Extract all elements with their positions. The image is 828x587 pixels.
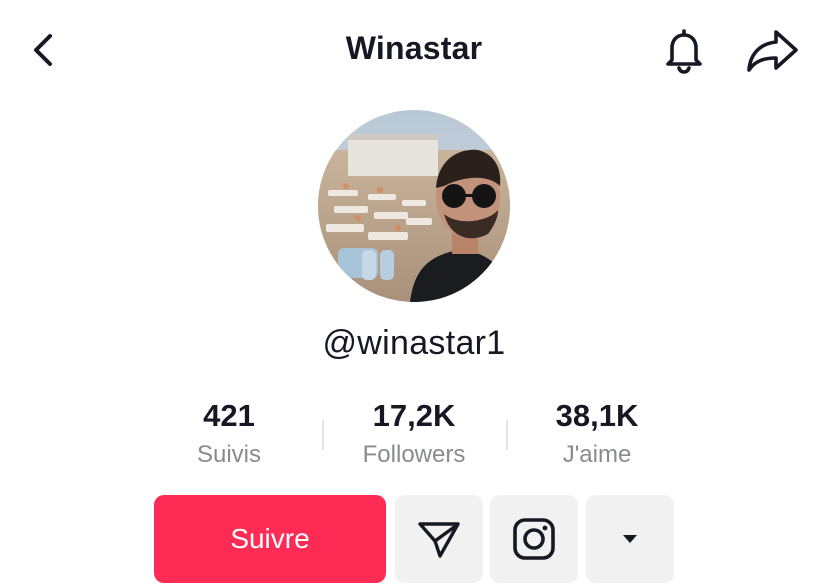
notification-bell-button[interactable] — [660, 26, 708, 76]
profile-handle: @winastar1 — [322, 324, 506, 362]
follow-button[interactable]: Suivre — [154, 495, 386, 583]
message-button[interactable] — [395, 495, 483, 583]
stat-following[interactable]: 421 Suivis — [144, 396, 314, 472]
instagram-button[interactable] — [490, 495, 578, 583]
send-message-icon — [418, 522, 460, 558]
stat-label: Followers — [362, 441, 466, 468]
back-button[interactable] — [28, 30, 64, 70]
dropdown-triangle-icon — [623, 535, 637, 543]
profile-photo — [318, 110, 510, 302]
top-bar: Winastar — [0, 0, 828, 100]
stat-label: J'aime — [562, 441, 632, 468]
bell-icon — [666, 29, 702, 74]
share-arrow-icon — [747, 30, 798, 72]
more-options-button[interactable] — [586, 495, 674, 583]
stat-likes[interactable]: 38,1K J'aime — [512, 396, 682, 472]
stat-value: 38,1K — [555, 398, 639, 433]
stat-value: 17,2K — [372, 398, 456, 433]
stat-divider — [322, 420, 324, 450]
instagram-icon — [513, 518, 555, 560]
share-button[interactable] — [744, 26, 800, 76]
stat-value: 421 — [203, 398, 255, 433]
stat-followers[interactable]: 17,2K Followers — [329, 396, 499, 472]
avatar[interactable] — [318, 110, 510, 302]
chevron-left-icon — [34, 34, 52, 66]
stat-divider — [506, 420, 508, 450]
stat-label: Suivis — [196, 441, 262, 468]
